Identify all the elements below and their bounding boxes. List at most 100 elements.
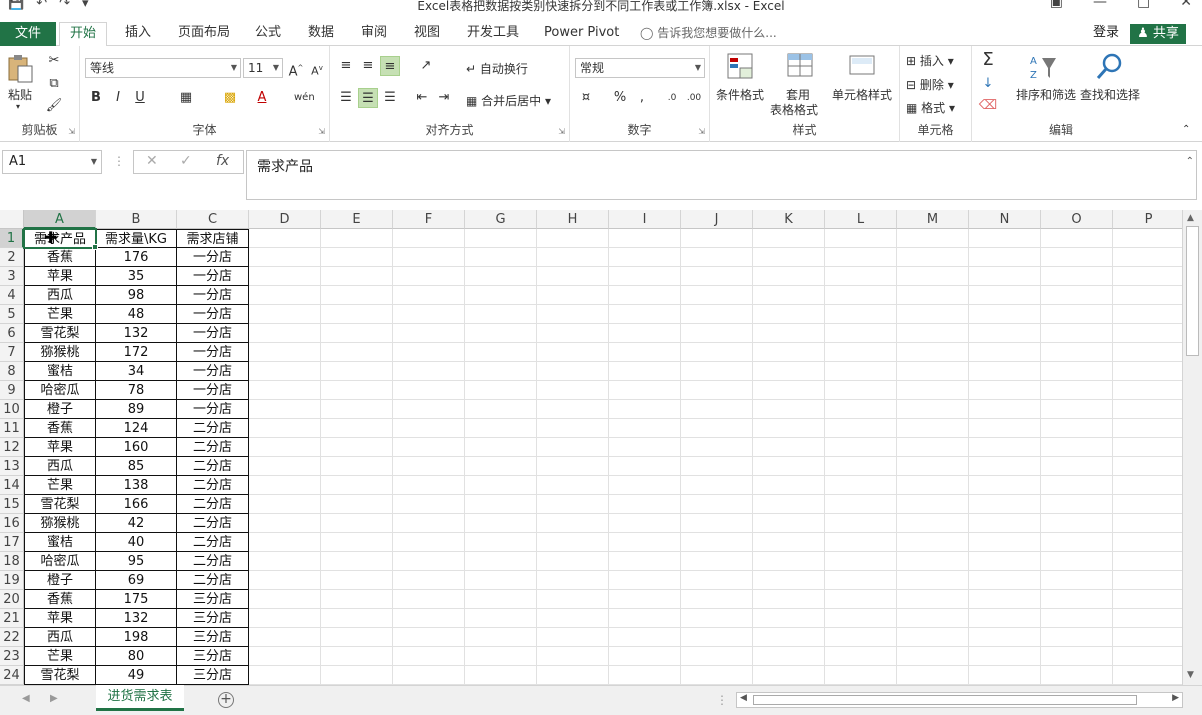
format-painter-icon[interactable]: 🖌 [44, 96, 64, 116]
paste-icon[interactable] [6, 54, 36, 84]
table-cell[interactable]: 176 [96, 248, 177, 267]
table-cell[interactable]: 猕猴桃 [24, 514, 96, 533]
table-cell[interactable]: 138 [96, 476, 177, 495]
find-select-icon[interactable] [1094, 52, 1124, 82]
copy-icon[interactable]: ⧉ [44, 74, 64, 94]
table-cell[interactable]: 二分店 [177, 476, 249, 495]
row-header[interactable]: 22 [0, 628, 24, 647]
table-cell[interactable]: 175 [96, 590, 177, 609]
header-cell[interactable]: 需求量\KG [96, 229, 177, 248]
format-as-table-icon[interactable] [786, 52, 816, 82]
percent-icon[interactable]: % [610, 88, 630, 108]
table-cell[interactable]: 二分店 [177, 571, 249, 590]
row-header[interactable]: 21 [0, 609, 24, 628]
delete-cells-button[interactable]: ⊟ 删除 ▾ [906, 76, 954, 93]
table-cell[interactable]: 苹果 [24, 267, 96, 286]
bold-button[interactable]: B [86, 88, 106, 108]
table-cell[interactable]: 160 [96, 438, 177, 457]
cut-icon[interactable]: ✂ [44, 51, 64, 71]
table-cell[interactable]: 芒果 [24, 647, 96, 666]
column-header[interactable]: P [1113, 210, 1182, 229]
table-cell[interactable]: 69 [96, 571, 177, 590]
table-cell[interactable]: 哈密瓜 [24, 552, 96, 571]
table-cell[interactable]: 172 [96, 343, 177, 362]
table-cell[interactable]: 二分店 [177, 419, 249, 438]
table-cell[interactable]: 苹果 [24, 438, 96, 457]
row-header[interactable]: 6 [0, 324, 24, 343]
clipboard-launcher-icon[interactable]: ⇲ [68, 127, 75, 136]
row-header[interactable]: 17 [0, 533, 24, 552]
cell-styles-button[interactable]: 单元格样式 [832, 86, 892, 103]
row-header[interactable]: 7 [0, 343, 24, 362]
vertical-scroll-thumb[interactable] [1186, 226, 1199, 356]
table-cell[interactable]: 80 [96, 647, 177, 666]
column-header[interactable]: F [393, 210, 465, 229]
row-header[interactable]: 10 [0, 400, 24, 419]
row-header[interactable]: 11 [0, 419, 24, 438]
column-header[interactable]: O [1041, 210, 1113, 229]
sort-filter-button[interactable]: 排序和筛选 [1016, 86, 1076, 103]
column-header[interactable]: G [465, 210, 537, 229]
column-header[interactable]: A [24, 210, 96, 229]
row-header[interactable]: 1 [0, 229, 24, 248]
row-header[interactable]: 2 [0, 248, 24, 267]
tab-insert[interactable]: 插入 [115, 22, 161, 46]
insert-cells-button[interactable]: ⊞ 插入 ▾ [906, 52, 954, 69]
table-cell[interactable]: 三分店 [177, 609, 249, 628]
fill-icon[interactable]: ↓ [978, 74, 998, 94]
table-cell[interactable]: 一分店 [177, 362, 249, 381]
table-cell[interactable]: 35 [96, 267, 177, 286]
table-cell[interactable]: 西瓜 [24, 628, 96, 647]
align-center-icon[interactable]: ☰ [358, 88, 378, 108]
scroll-up-icon[interactable]: ▲ [1187, 213, 1194, 223]
decrease-indent-icon[interactable]: ⇤ [412, 88, 432, 108]
row-header[interactable]: 15 [0, 495, 24, 514]
table-cell[interactable]: 95 [96, 552, 177, 571]
table-cell[interactable]: 三分店 [177, 590, 249, 609]
table-cell[interactable]: 二分店 [177, 533, 249, 552]
tab-formulas[interactable]: 公式 [245, 22, 291, 46]
header-cell[interactable]: 需求店铺 [177, 229, 249, 248]
row-header[interactable]: 19 [0, 571, 24, 590]
number-format-combo[interactable]: 常规 ▼ [575, 58, 705, 78]
alignment-launcher-icon[interactable]: ⇲ [558, 127, 565, 136]
borders-icon[interactable]: ▦ [176, 88, 196, 108]
decrease-decimal-icon[interactable]: .00 [684, 88, 704, 108]
table-cell[interactable]: 34 [96, 362, 177, 381]
table-cell[interactable]: 苹果 [24, 609, 96, 628]
scroll-right-icon[interactable]: ▶ [1172, 693, 1179, 703]
table-cell[interactable]: 二分店 [177, 457, 249, 476]
font-color-icon[interactable]: A [252, 88, 272, 108]
column-header[interactable]: I [609, 210, 681, 229]
select-all-corner[interactable] [0, 210, 24, 229]
row-header[interactable]: 8 [0, 362, 24, 381]
enter-icon[interactable]: ✓ [180, 153, 192, 169]
next-sheet-icon[interactable]: ▶ [50, 693, 58, 704]
fill-handle[interactable] [92, 244, 98, 250]
table-cell[interactable]: 一分店 [177, 305, 249, 324]
insert-function-icon[interactable]: fx [216, 153, 229, 169]
table-cell[interactable]: 二分店 [177, 514, 249, 533]
increase-indent-icon[interactable]: ⇥ [434, 88, 454, 108]
minimize-icon[interactable]: — [1093, 0, 1107, 10]
align-top-icon[interactable]: ≡ [336, 56, 356, 76]
row-header[interactable]: 16 [0, 514, 24, 533]
tab-view[interactable]: 视图 [404, 22, 450, 46]
tab-power-pivot[interactable]: Power Pivot [534, 22, 629, 46]
cancel-icon[interactable]: ✕ [146, 153, 158, 169]
column-header[interactable]: D [249, 210, 321, 229]
row-header[interactable]: 13 [0, 457, 24, 476]
name-box[interactable]: A1 ▼ [2, 150, 102, 174]
currency-icon[interactable]: ¤ [576, 88, 596, 108]
table-cell[interactable]: 香蕉 [24, 590, 96, 609]
phonetic-icon[interactable]: wén [294, 88, 315, 108]
row-header[interactable]: 14 [0, 476, 24, 495]
table-cell[interactable]: 西瓜 [24, 457, 96, 476]
header-cell[interactable]: 需求产品 [24, 229, 96, 248]
align-middle-icon[interactable]: ≡ [358, 56, 378, 76]
table-cell[interactable]: 雪花梨 [24, 324, 96, 343]
table-cell[interactable]: 二分店 [177, 552, 249, 571]
tab-developer[interactable]: 开发工具 [457, 22, 529, 46]
table-cell[interactable]: 一分店 [177, 286, 249, 305]
table-cell[interactable]: 二分店 [177, 495, 249, 514]
